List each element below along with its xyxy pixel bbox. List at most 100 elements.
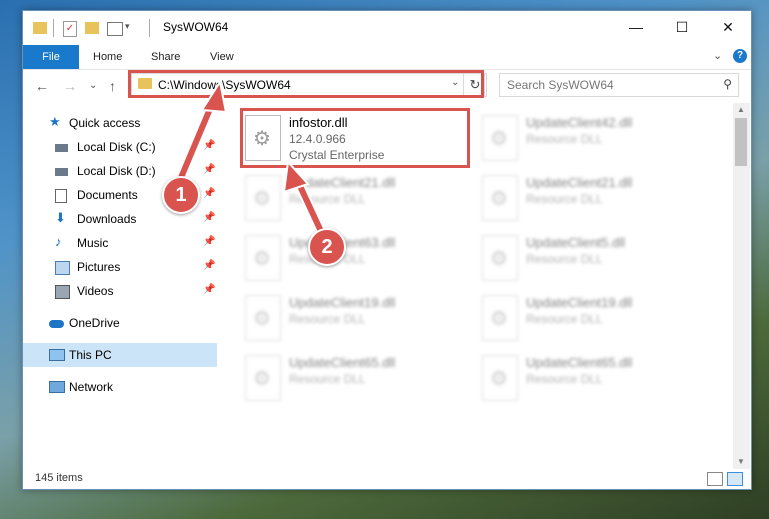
help-button[interactable]: ? — [733, 49, 747, 63]
dll-file-icon: ⚙ — [482, 295, 518, 341]
file-name: UpdateClient65.dll — [526, 355, 633, 370]
gear-icon: ⚙ — [490, 368, 508, 390]
ribbon: File Home Share View ⌄ ? — [23, 45, 751, 70]
sidebar-item-local-disk-c[interactable]: Local Disk (C:) 📌 — [23, 135, 217, 159]
file-type: Resource DLL — [526, 192, 603, 206]
close-button[interactable]: ✕ — [705, 11, 751, 43]
pin-icon[interactable]: 📌 — [203, 212, 215, 223]
scroll-down-icon[interactable]: ▼ — [737, 457, 745, 466]
pc-icon — [49, 349, 65, 361]
file-name: UpdateClient65.dll — [289, 355, 396, 370]
properties-icon[interactable]: ✓ — [63, 21, 77, 37]
window-title: SysWOW64 — [163, 20, 229, 34]
gear-icon: ⚙ — [253, 368, 271, 390]
sidebar-item-label: Videos — [77, 284, 114, 298]
sidebar-item-this-pc[interactable]: This PC — [23, 343, 217, 367]
file-item[interactable]: ⚙ UpdateClient65.dll Resource DLL — [478, 351, 708, 405]
details-view-icon[interactable] — [707, 472, 723, 486]
file-name: UpdateClient21.dll — [526, 175, 633, 190]
pin-icon[interactable]: 📌 — [203, 236, 215, 247]
file-type: Resource DLL — [526, 132, 603, 146]
pin-icon[interactable]: 📌 — [203, 140, 215, 151]
divider — [149, 19, 150, 37]
file-item[interactable]: ⚙ UpdateClient65.dll Resource DLL — [241, 351, 471, 405]
sidebar-item-label: Music — [77, 236, 109, 250]
sidebar-item-label: Network — [69, 380, 114, 394]
star-icon: ★ — [49, 114, 61, 129]
file-item[interactable]: ⚙ UpdateClient19.dll Resource DLL — [241, 291, 471, 345]
tab-home[interactable]: Home — [93, 45, 122, 69]
sidebar-item-label: Documents — [77, 188, 138, 202]
videos-icon — [55, 285, 70, 299]
tab-file[interactable]: File — [23, 45, 79, 69]
gear-icon: ⚙ — [253, 188, 271, 210]
tiles-view-icon[interactable] — [727, 472, 743, 486]
search-placeholder: Search SysWOW64 — [507, 78, 614, 92]
sidebar-item-label: Downloads — [77, 212, 137, 226]
maximize-button[interactable]: ☐ — [659, 11, 705, 43]
customize-toolbar-chevron-icon[interactable]: ▾ — [125, 21, 130, 39]
vertical-scrollbar[interactable]: ▲ ▼ — [733, 103, 750, 469]
search-input[interactable]: Search SysWOW64 ⚲ — [499, 73, 739, 97]
minimize-button[interactable]: — — [613, 11, 659, 43]
sidebar-item-network[interactable]: Network — [23, 375, 217, 399]
search-icon[interactable]: ⚲ — [723, 77, 732, 91]
pin-icon[interactable]: 📌 — [203, 284, 215, 295]
sidebar-item-label: Local Disk (C:) — [77, 140, 156, 154]
folder-icon — [33, 22, 47, 34]
item-count: 145 items — [35, 472, 83, 484]
sidebar-item-videos[interactable]: Videos 📌 — [23, 279, 217, 303]
file-item[interactable]: ⚙ UpdateClient5.dll Resource DLL — [478, 231, 708, 285]
file-name: UpdateClient42.dll — [526, 115, 633, 130]
file-item[interactable]: ⚙ UpdateClient19.dll Resource DLL — [478, 291, 708, 345]
file-item[interactable]: ⚙ UpdateClient21.dll Resource DLL — [478, 171, 708, 225]
dll-file-icon: ⚙ — [245, 235, 281, 281]
onedrive-icon — [49, 320, 64, 328]
pin-icon[interactable]: 📌 — [203, 188, 215, 199]
new-folder-icon[interactable] — [85, 22, 99, 34]
downloads-icon: ⬇ — [55, 210, 66, 225]
drive-icon — [55, 144, 68, 152]
dll-file-icon: ⚙ — [245, 175, 281, 221]
sidebar-item-label: This PC — [69, 348, 112, 362]
tab-view[interactable]: View — [210, 45, 234, 69]
recent-locations-chevron-icon[interactable]: ⌄ — [89, 80, 97, 91]
pin-icon[interactable]: 📌 — [203, 260, 215, 271]
back-arrow-icon[interactable]: ← — [35, 78, 49, 94]
sidebar-item-onedrive[interactable]: OneDrive — [23, 311, 217, 335]
file-type: Resource DLL — [526, 312, 603, 326]
sidebar-item-label: Local Disk (D:) — [77, 164, 156, 178]
forward-arrow-icon[interactable]: → — [63, 78, 77, 94]
gear-icon: ⚙ — [490, 248, 508, 270]
divider — [53, 19, 54, 37]
dll-file-icon: ⚙ — [245, 355, 281, 401]
title-bar: ✓ ▾ SysWOW64 — ☐ ✕ — [23, 11, 751, 45]
file-type: Resource DLL — [289, 312, 366, 326]
view-icon[interactable] — [107, 22, 123, 36]
gear-icon: ⚙ — [253, 248, 271, 270]
tab-share[interactable]: Share — [151, 45, 180, 69]
file-highlight-box — [240, 108, 470, 168]
sidebar-item-label: Pictures — [77, 260, 121, 274]
sidebar-item-music[interactable]: ♪ Music 📌 — [23, 231, 217, 255]
network-icon — [49, 381, 65, 393]
chevron-down-icon[interactable]: ⌄ — [713, 49, 722, 62]
file-type: Resource DLL — [526, 252, 603, 266]
sidebar-item-quick-access[interactable]: ★ Quick access — [23, 111, 217, 135]
pin-icon[interactable]: 📌 — [203, 164, 215, 175]
gear-icon: ⚙ — [253, 308, 271, 330]
scroll-up-icon[interactable]: ▲ — [737, 105, 745, 114]
file-item[interactable]: ⚙ UpdateClient63.dll Resource DLL — [241, 231, 471, 285]
gear-icon: ⚙ — [490, 128, 508, 150]
dll-file-icon: ⚙ — [482, 175, 518, 221]
gear-icon: ⚙ — [490, 308, 508, 330]
dll-file-icon: ⚙ — [245, 295, 281, 341]
scrollbar-thumb[interactable] — [735, 118, 747, 166]
up-arrow-icon[interactable]: ↑ — [109, 78, 116, 94]
file-item[interactable]: ⚙ UpdateClient21.dll Resource DLL — [241, 171, 471, 225]
sidebar-item-pictures[interactable]: Pictures 📌 — [23, 255, 217, 279]
file-type: Resource DLL — [289, 192, 366, 206]
navigation-pane: ★ Quick access Local Disk (C:) 📌 Local D… — [23, 103, 218, 463]
documents-icon — [55, 189, 67, 203]
file-item[interactable]: ⚙ UpdateClient42.dll Resource DLL — [478, 111, 708, 165]
